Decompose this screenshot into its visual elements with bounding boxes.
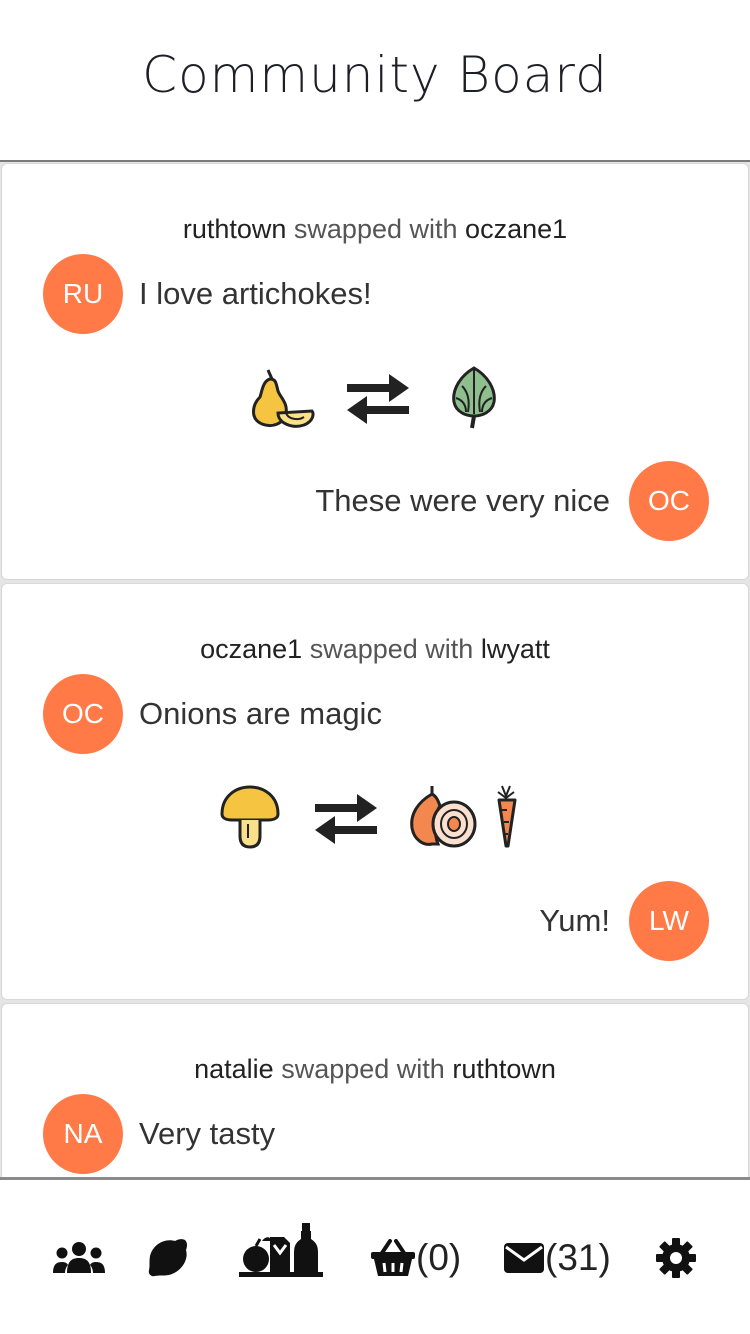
swap-card[interactable]: oczane1 swapped with lwyatt OC Onions ar… xyxy=(1,583,749,1000)
avatar[interactable]: LW xyxy=(629,881,709,961)
to-message: Yum! xyxy=(539,903,610,938)
nav-pantry[interactable] xyxy=(238,1210,324,1290)
bottom-nav: (0) (31) xyxy=(0,1177,750,1334)
pear-icon xyxy=(252,369,315,428)
avatar[interactable]: OC xyxy=(629,461,709,541)
gear-icon xyxy=(656,1238,696,1278)
nav-messages[interactable]: (31) xyxy=(503,1218,611,1298)
page-title: Community Board xyxy=(142,46,608,104)
message-count: (31) xyxy=(545,1237,611,1278)
swap-verb: swapped with xyxy=(281,1054,445,1084)
swap-verb: swapped with xyxy=(309,634,474,664)
avatar[interactable]: OC xyxy=(43,674,123,754)
swap-verb: swapped with xyxy=(293,214,458,244)
envelope-icon xyxy=(504,1243,544,1273)
nav-community[interactable] xyxy=(52,1218,106,1298)
from-message: Onions are magic xyxy=(139,696,382,731)
app-header: Community Board xyxy=(0,0,750,162)
groceries-icon xyxy=(239,1223,323,1277)
avatar[interactable]: RU xyxy=(43,254,123,334)
to-message: These were very nice xyxy=(315,483,610,518)
avatar[interactable]: NA xyxy=(43,1094,123,1174)
nav-settings[interactable] xyxy=(656,1218,696,1298)
from-username[interactable]: ruthtown xyxy=(183,214,287,244)
swap-summary: natalie swapped with ruthtown xyxy=(2,1054,748,1085)
swap-feed[interactable]: ruthtown swapped with oczane1 RU I love … xyxy=(0,162,750,1177)
swap-card[interactable]: natalie swapped with ruthtown NA Very ta… xyxy=(1,1003,749,1177)
from-username[interactable]: oczane1 xyxy=(200,634,302,664)
from-username[interactable]: natalie xyxy=(194,1054,274,1084)
artichoke-icon xyxy=(452,366,496,429)
to-username[interactable]: oczane1 xyxy=(465,214,567,244)
lemon-icon xyxy=(148,1239,187,1277)
swap-items xyxy=(2,784,748,850)
swap-arrows-icon xyxy=(347,374,409,424)
nav-basket[interactable]: (0) xyxy=(370,1218,461,1298)
swap-arrows-icon xyxy=(315,794,377,844)
to-username[interactable]: lwyatt xyxy=(481,634,550,664)
users-icon xyxy=(53,1242,105,1273)
mushroom-icon xyxy=(220,785,280,849)
swap-summary: oczane1 swapped with lwyatt xyxy=(2,634,748,665)
swap-items xyxy=(2,364,748,430)
from-message: Very tasty xyxy=(139,1116,276,1151)
nav-produce[interactable] xyxy=(147,1218,189,1298)
carrot-icon xyxy=(497,785,517,848)
swap-summary: ruthtown swapped with oczane1 xyxy=(2,214,748,245)
onion-icon xyxy=(410,786,477,848)
swap-card[interactable]: ruthtown swapped with oczane1 RU I love … xyxy=(1,163,749,580)
from-message: I love artichokes! xyxy=(139,276,372,311)
basket-icon xyxy=(371,1239,415,1276)
basket-count: (0) xyxy=(416,1237,462,1278)
to-username[interactable]: ruthtown xyxy=(452,1054,556,1084)
